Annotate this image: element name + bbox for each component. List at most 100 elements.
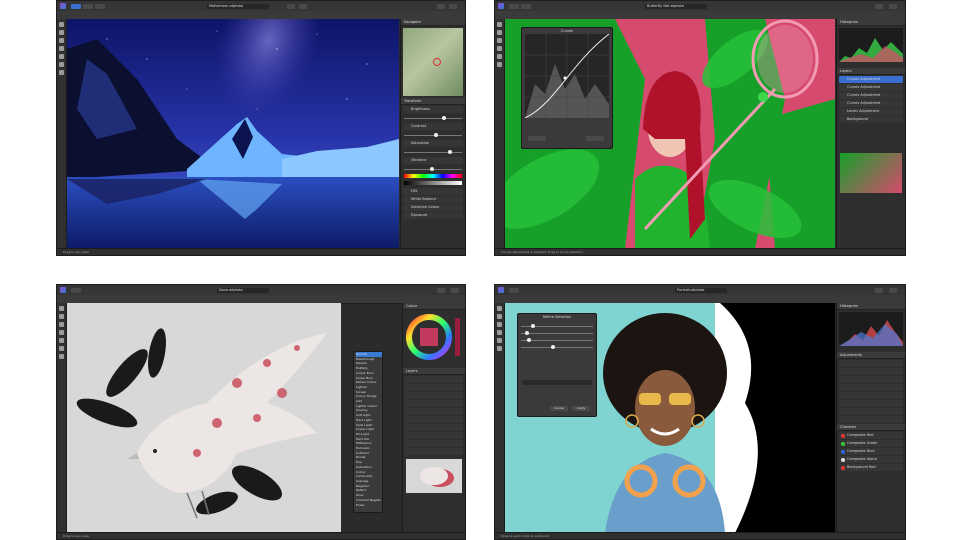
feather-slider[interactable]	[521, 338, 593, 342]
channel-green[interactable]: Composite Green	[839, 440, 903, 447]
section-white-balance[interactable]: White Balance	[403, 196, 463, 203]
toolbar-button[interactable]	[95, 3, 105, 9]
toolbar-button[interactable]	[83, 3, 93, 9]
adjustment-contrast[interactable]: Contrast	[403, 123, 463, 130]
panel-header-colour[interactable]: Colour	[403, 303, 465, 310]
brightness-slider[interactable]	[404, 116, 462, 120]
eraser-tool-icon[interactable]	[497, 330, 502, 335]
dialog-button[interactable]	[586, 136, 604, 141]
blend-mode-item[interactable]: Contrast Negate	[356, 498, 382, 503]
toolbar-button[interactable]	[71, 287, 81, 293]
colour-spectrum-bar[interactable]	[404, 181, 462, 185]
layer-row[interactable]	[405, 400, 463, 407]
layer-row[interactable]	[405, 384, 463, 391]
colour-wheel[interactable]	[405, 312, 463, 362]
dialog-button[interactable]	[528, 136, 546, 141]
document-title-field[interactable]: Butterfly Net.afphoto	[645, 3, 707, 9]
document-title-field[interactable]: Dove.afphoto	[217, 287, 269, 293]
move-tool-icon[interactable]	[59, 22, 64, 27]
panel-header-navigator[interactable]: Navigator	[401, 19, 465, 26]
eraser-tool-icon[interactable]	[59, 46, 64, 51]
layer-row[interactable]	[405, 376, 463, 383]
brush-tool-icon[interactable]	[497, 38, 502, 43]
channel-background-red[interactable]: Background Red	[839, 464, 903, 471]
adjustment-row[interactable]	[839, 368, 903, 375]
text-tool-icon[interactable]	[59, 70, 64, 75]
adjustment-brightness[interactable]: Brightness	[403, 106, 463, 113]
layer-row[interactable]: Curves Adjustment	[839, 92, 903, 99]
contrast-slider[interactable]	[404, 133, 462, 137]
layer-row[interactable]: Curves Adjustment	[839, 100, 903, 107]
panel-header-layers[interactable]: Layers	[837, 68, 905, 75]
toolbar-button[interactable]	[451, 287, 459, 293]
layer-row[interactable]: Curves Adjustment	[839, 76, 903, 83]
layer-row[interactable]: Curves Adjustment	[839, 84, 903, 91]
layer-row[interactable]	[405, 448, 463, 455]
toolbar-button[interactable]	[509, 3, 519, 9]
eraser-tool-icon[interactable]	[59, 330, 64, 335]
layer-row[interactable]	[405, 408, 463, 415]
layer-row[interactable]	[405, 392, 463, 399]
brush-tool-icon[interactable]	[497, 322, 502, 327]
layer-row[interactable]: Levels Adjustment	[839, 108, 903, 115]
toolbar-button[interactable]	[299, 3, 307, 9]
toolbar-button[interactable]	[875, 3, 883, 9]
panel-header-adjustments[interactable]: Adjustments	[837, 352, 905, 359]
blend-mode-dropdown[interactable]: Normal Passthrough Darken Multiply Colour Bu…	[353, 351, 383, 513]
crop-tool-icon[interactable]	[59, 314, 64, 319]
curves-graph[interactable]	[524, 33, 610, 119]
canvas-portrait[interactable]: Refine Selection Cancel Apply	[505, 303, 835, 533]
channel-blue[interactable]: Composite Blue	[839, 448, 903, 455]
ramp-slider[interactable]	[521, 345, 593, 349]
adjustment-vibrance[interactable]: Vibrance	[403, 157, 463, 164]
adjustment-saturation[interactable]: Saturation	[403, 140, 463, 147]
adjustment-row[interactable]	[839, 392, 903, 399]
panel-header-histogram[interactable]: Histogram	[837, 19, 905, 26]
toolbar-button[interactable]	[509, 287, 519, 293]
navigator-thumbnail[interactable]	[840, 153, 902, 193]
fill-tool-icon[interactable]	[59, 62, 64, 67]
persona-button[interactable]	[71, 3, 81, 9]
document-title-field[interactable]: Matterhorn.afphoto	[207, 3, 269, 9]
fill-tool-icon[interactable]	[59, 346, 64, 351]
canvas-butterfly[interactable]: Curves	[505, 19, 835, 249]
canvas-matterhorn[interactable]	[67, 19, 399, 249]
adjustment-row[interactable]	[839, 400, 903, 407]
layer-row[interactable]: Background	[839, 116, 903, 123]
layer-row[interactable]	[405, 440, 463, 447]
navigator-thumbnail[interactable]	[406, 459, 462, 493]
channel-red[interactable]: Composite Red	[839, 432, 903, 439]
adjustment-row[interactable]	[839, 408, 903, 415]
layer-row[interactable]	[405, 416, 463, 423]
vibrance-slider[interactable]	[404, 167, 462, 171]
toolbar-button[interactable]	[521, 3, 531, 9]
selection-tool-icon[interactable]	[59, 338, 64, 343]
colour-spectrum-bar[interactable]	[404, 174, 462, 178]
selection-tool-icon[interactable]	[59, 54, 64, 59]
toolbar-button[interactable]	[437, 287, 445, 293]
saturation-slider[interactable]	[404, 150, 462, 154]
section-hsl[interactable]: HSL	[403, 188, 463, 195]
layer-row[interactable]	[405, 424, 463, 431]
navigator-map[interactable]	[403, 28, 463, 96]
crop-tool-icon[interactable]	[497, 30, 502, 35]
panel-header-layers[interactable]: Layers	[403, 368, 465, 375]
adjustment-row[interactable]	[839, 376, 903, 383]
brush-tool-icon[interactable]	[59, 38, 64, 43]
section-selective-colour[interactable]: Selective Colour	[403, 204, 463, 211]
section-exposure[interactable]: Exposure	[403, 212, 463, 219]
border-width-slider[interactable]	[521, 324, 593, 328]
curves-dialog[interactable]: Curves	[521, 27, 613, 149]
move-tool-icon[interactable]	[497, 306, 502, 311]
toolbar-button[interactable]	[287, 3, 295, 9]
panel-header-adjust[interactable]: Transform	[401, 98, 465, 105]
document-title-field[interactable]: Portrait.afphoto	[675, 287, 727, 293]
apply-button[interactable]: Apply	[572, 406, 590, 411]
selection-tool-icon[interactable]	[497, 54, 502, 59]
toolbar-button[interactable]	[449, 3, 457, 9]
move-tool-icon[interactable]	[497, 22, 502, 27]
refine-selection-dialog[interactable]: Refine Selection Cancel Apply	[517, 313, 597, 417]
selection-tool-icon[interactable]	[497, 338, 502, 343]
layer-row[interactable]	[405, 432, 463, 439]
panel-header-histogram[interactable]: Histogram	[837, 303, 905, 310]
